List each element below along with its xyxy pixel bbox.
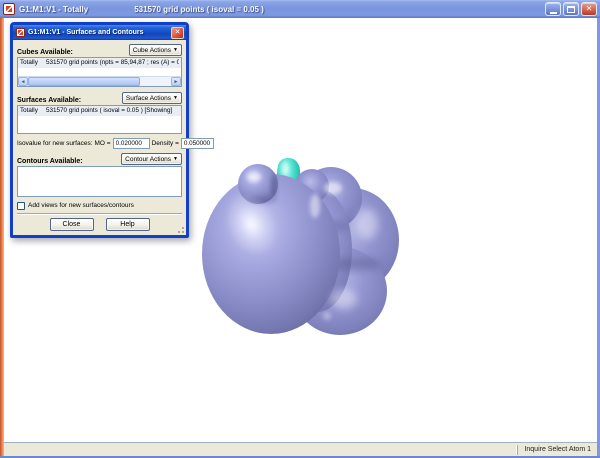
- scroll-thumb[interactable]: [28, 77, 140, 86]
- app-icon: [3, 3, 15, 15]
- dialog-close-button[interactable]: ✕: [171, 26, 184, 39]
- desktop-background-sliver: [0, 18, 4, 458]
- maximize-button[interactable]: [563, 2, 579, 16]
- dialog-titlebar[interactable]: G1:M1:V1 - Surfaces and Contours ✕: [13, 25, 186, 40]
- contour-actions-label: Contour Actions: [125, 155, 172, 163]
- surfaces-list: Totally 531570 grid points ( isoval = 0.…: [17, 105, 182, 134]
- mo-isovalue-input[interactable]: [112, 137, 150, 149]
- surfaces-list-row[interactable]: Totally 531570 grid points ( isoval = 0.…: [18, 106, 181, 116]
- minimize-icon: [549, 11, 557, 14]
- help-button[interactable]: Help: [105, 218, 150, 231]
- statusbar: Inquire Select Atom 1: [4, 442, 597, 456]
- density-isovalue-input[interactable]: [180, 137, 214, 149]
- window-title-info: 531570 grid points ( isoval = 0.05 ): [134, 4, 264, 14]
- surfaces-contours-dialog: G1:M1:V1 - Surfaces and Contours ✕ Cubes…: [10, 22, 214, 238]
- close-button[interactable]: Close: [49, 218, 94, 231]
- cubes-list: Totally 531570 grid points (npts = 85,94…: [17, 57, 182, 87]
- mo-label: MO =: [94, 139, 111, 147]
- window-titlebar[interactable]: G1:M1:V1 - Totally 531570 grid points ( …: [0, 0, 600, 18]
- add-views-checkbox[interactable]: [17, 201, 25, 210]
- surface-row-details: 531570 grid points ( isoval = 0.05 ) [Sh…: [46, 107, 173, 114]
- dialog-icon: [16, 28, 25, 37]
- contours-list[interactable]: [17, 166, 182, 197]
- cube-row-details: 531570 grid points (npts = 85,94,87 ; re…: [46, 59, 179, 66]
- close-icon: ✕: [585, 4, 593, 13]
- add-views-label: Add views for new surfaces/contours: [28, 202, 134, 209]
- dropdown-arrow-icon: ▼: [173, 155, 178, 162]
- dialog-body: Cubes Available: Cube Actions ▼ Totally …: [13, 40, 214, 235]
- scroll-track[interactable]: [140, 77, 171, 86]
- status-text: Inquire Select Atom 1: [517, 444, 597, 455]
- scroll-left-button[interactable]: ◄: [18, 77, 28, 86]
- cubes-label: Cubes Available:: [17, 49, 73, 56]
- density-label: Density =: [151, 139, 179, 147]
- surfaces-label: Surfaces Available:: [17, 97, 82, 104]
- cube-row-name: Totally: [20, 59, 38, 66]
- cube-actions-label: Cube Actions: [132, 46, 172, 54]
- resize-grip[interactable]: [177, 226, 185, 234]
- window-controls: ✕: [545, 2, 597, 16]
- dialog-title: G1:M1:V1 - Surfaces and Contours: [28, 29, 144, 36]
- surface-actions-button[interactable]: Surface Actions ▼: [121, 92, 182, 104]
- window-close-button[interactable]: ✕: [581, 2, 597, 16]
- minimize-button[interactable]: [545, 2, 561, 16]
- cube-actions-button[interactable]: Cube Actions ▼: [128, 44, 182, 56]
- cubes-horizontal-scrollbar: ◄ ►: [18, 76, 181, 86]
- divider: [17, 213, 182, 215]
- contour-actions-button[interactable]: Contour Actions ▼: [121, 153, 182, 165]
- surface-actions-label: Surface Actions: [125, 94, 172, 102]
- maximize-icon: [567, 5, 575, 13]
- surface-row-name: Totally: [20, 107, 38, 114]
- dropdown-arrow-icon: ▼: [173, 46, 178, 53]
- cubes-list-row[interactable]: Totally 531570 grid points (npts = 85,94…: [18, 58, 181, 68]
- contours-label: Contours Available:: [17, 158, 83, 165]
- dropdown-arrow-icon: ▼: [173, 94, 178, 101]
- window-title: G1:M1:V1 - Totally: [19, 4, 89, 14]
- scroll-right-button[interactable]: ►: [171, 77, 181, 86]
- isovalue-label: Isovalue for new surfaces:: [17, 139, 93, 147]
